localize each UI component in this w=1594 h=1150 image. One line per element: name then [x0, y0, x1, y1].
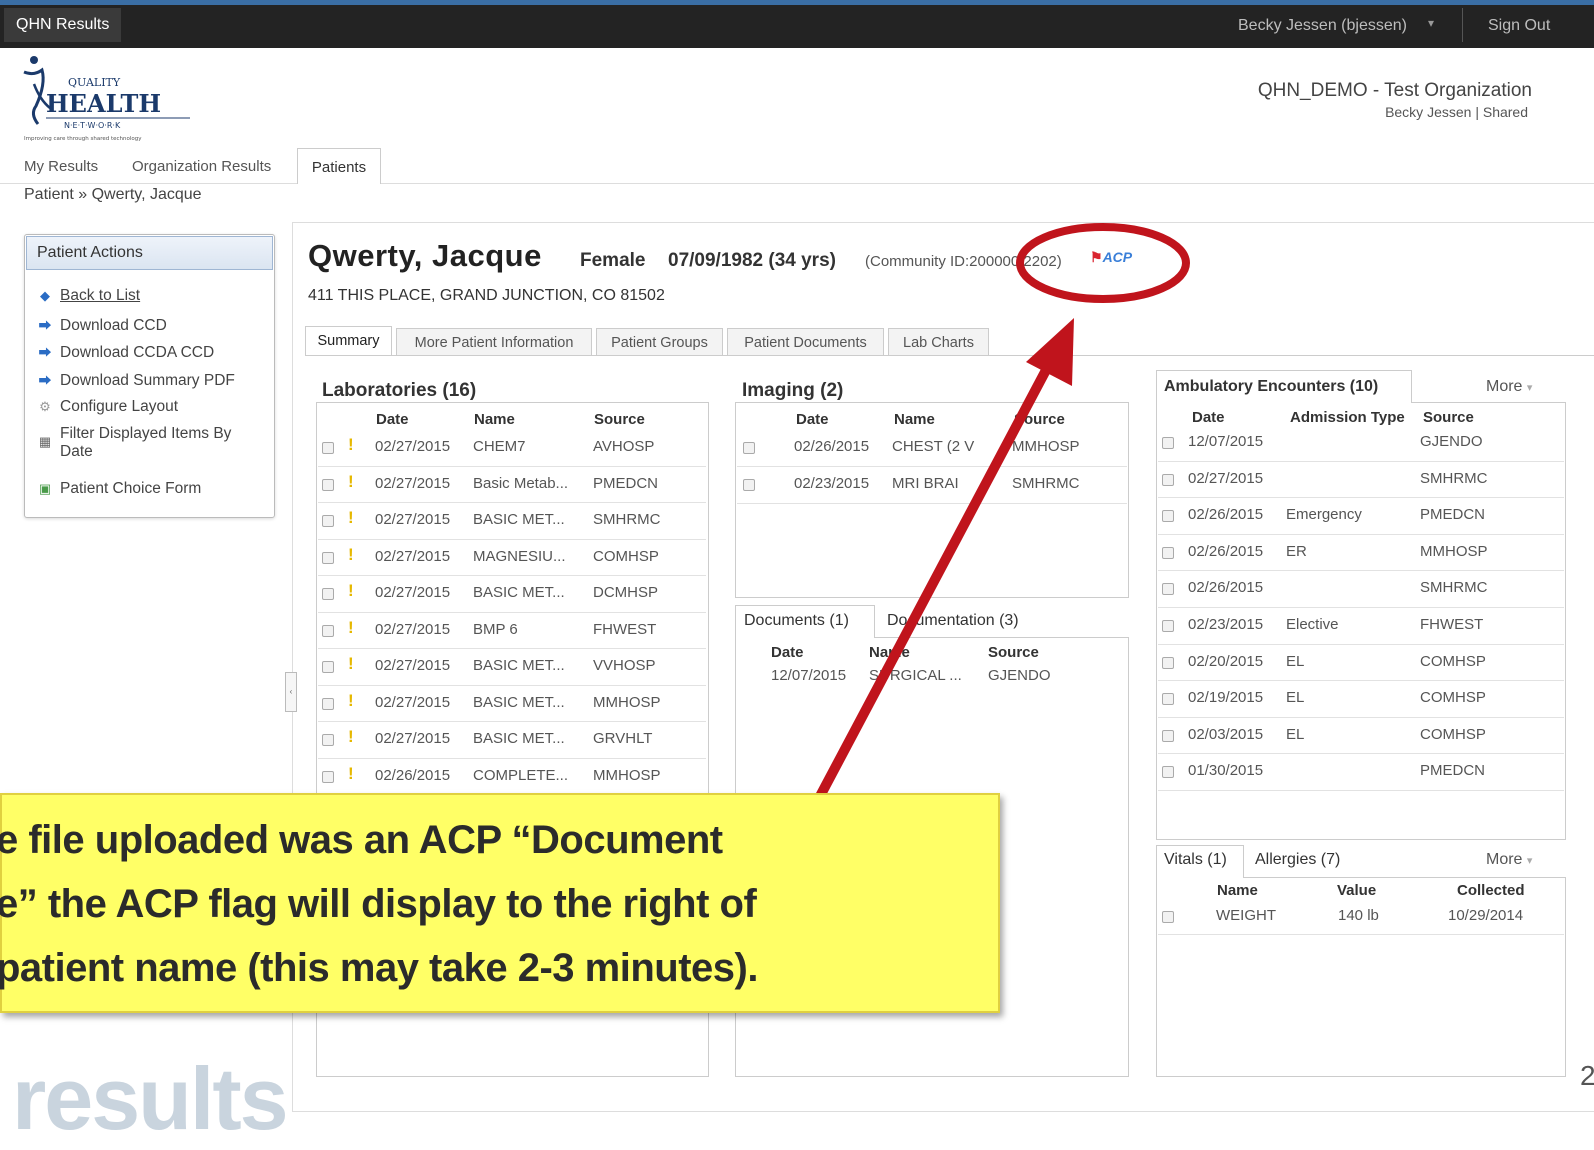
- annotation-arrow-line: [813, 352, 1059, 803]
- results-watermark: results: [12, 1049, 289, 1148]
- annotation-arrow-head: [1026, 318, 1074, 386]
- callout-line-1: e file uploaded was an ACP “Document: [0, 818, 723, 862]
- annotation-circle: [1016, 223, 1190, 303]
- page-number: 2: [1580, 1060, 1594, 1091]
- callout-line-2: e” the ACP flag will display to the righ…: [0, 882, 757, 926]
- callout-line-3: patient name (this may take 2-3 minutes)…: [0, 946, 758, 990]
